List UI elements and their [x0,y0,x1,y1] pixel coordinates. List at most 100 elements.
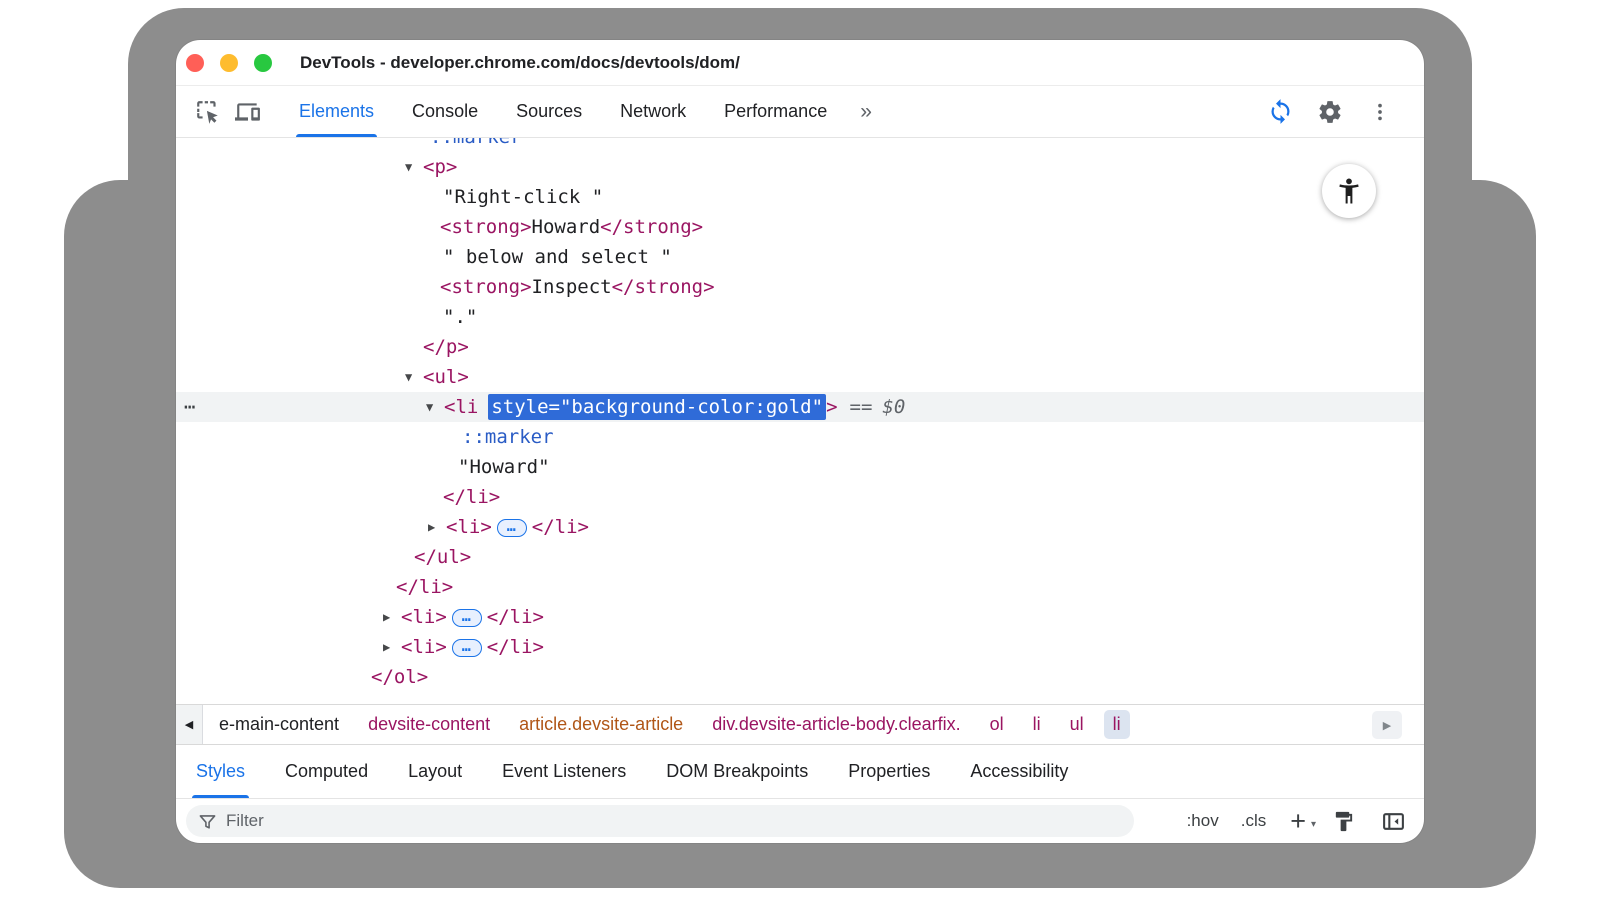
tag-token: </li> [396,576,453,598]
collapse-arrow-icon[interactable]: ▶ [383,602,401,632]
settings-gear-icon[interactable] [1310,99,1350,125]
tab-accessibility-label: Accessibility [970,761,1068,782]
tab-elements[interactable]: Elements [280,86,393,137]
tab-dom-breakpoints[interactable]: DOM Breakpoints [646,745,828,798]
kebab-menu-icon[interactable] [1360,101,1400,123]
title-bar: DevTools - developer.chrome.com/docs/dev… [176,40,1424,86]
tag-token: <li> [401,606,447,628]
accessibility-widget-button[interactable] [1322,164,1376,218]
text-token: "Right-click " [443,186,603,208]
collapse-arrow-icon[interactable]: ▶ [383,632,401,662]
tab-console[interactable]: Console [393,86,497,137]
tag-token: <li [444,396,478,418]
dom-node-li-close[interactable]: </li> [176,482,1424,512]
tag-token: </li> [532,516,589,538]
tab-performance-label: Performance [724,101,827,122]
close-window-button[interactable] [186,54,204,72]
tag-token: <ul> [423,366,469,388]
expand-children-button[interactable]: … [497,519,527,537]
breadcrumb-item[interactable]: li [1024,710,1050,739]
styles-filter-field[interactable] [186,805,1134,837]
breadcrumb-item[interactable]: devsite-content [359,710,499,739]
more-actions-icon[interactable]: ⋯ [184,392,196,422]
tag-token: </li> [487,606,544,628]
toggle-sidebar-icon[interactable] [1381,809,1406,834]
dom-node-ol-close[interactable]: </ol> [176,662,1424,692]
attribute-editor[interactable]: style="background-color:gold" [488,394,826,420]
tab-layout-label: Layout [408,761,462,782]
filter-input[interactable] [226,811,1122,831]
tab-event-listeners-label: Event Listeners [502,761,626,782]
tag-token: </strong> [612,276,715,298]
breadcrumb-item[interactable]: e-main-content [210,710,348,739]
toolbar-right-controls [1260,86,1424,137]
device-toolbar-icon[interactable] [228,86,268,137]
dom-node-ul-open[interactable]: ▼<ul> [176,362,1424,392]
text-token: Inspect [532,276,612,298]
dom-node-li-collapsed[interactable]: ▶<li>…</li> [176,512,1424,542]
dom-node-marker[interactable]: ::marker [176,422,1424,452]
breadcrumb-scroll-right-icon[interactable]: ▶ [1372,711,1402,739]
element-classes-button[interactable]: .cls [1241,811,1267,831]
sidebar-pane-tabs: Styles Computed Layout Event Listeners D… [176,745,1424,799]
expand-arrow-icon[interactable]: ▼ [426,392,444,422]
filter-funnel-icon [198,812,217,831]
tab-computed[interactable]: Computed [265,745,388,798]
dom-node-li-close[interactable]: </li> [176,572,1424,602]
expand-children-button[interactable]: … [452,609,482,627]
dom-node-li-collapsed[interactable]: ▶<li>…</li> [176,632,1424,662]
more-tabs-chevron-icon[interactable]: » [846,86,886,137]
tab-styles-label: Styles [196,761,245,782]
breadcrumb-scroll-left-icon[interactable]: ◀ [176,705,203,744]
breadcrumb-item[interactable]: article.devsite-article [510,710,692,739]
toggle-element-state-button[interactable]: :hov [1187,811,1219,831]
breadcrumb-item[interactable]: ul [1061,710,1093,739]
breadcrumb-items: e-main-content devsite-content article.d… [210,710,1130,739]
breadcrumb-item[interactable]: ol [981,710,1013,739]
dom-node-strong-inspect[interactable]: <strong>Inspect</strong> [176,272,1424,302]
dom-text-node[interactable]: "." [176,302,1424,332]
window-title: DevTools - developer.chrome.com/docs/dev… [300,53,740,73]
text-token: " below and select " [443,246,672,268]
expand-arrow-icon[interactable]: ▼ [405,362,423,392]
breadcrumb-item-selected[interactable]: li [1104,710,1130,739]
dom-text-node[interactable]: "Right-click " [176,182,1424,212]
tab-dom-breakpoints-label: DOM Breakpoints [666,761,808,782]
tab-sources[interactable]: Sources [497,86,601,137]
dom-node-li-selected[interactable]: ⋯ ▼<listyle="background-color:gold">==$0 [176,392,1424,422]
plus-icon: + [1290,806,1306,836]
minimize-window-button[interactable] [220,54,238,72]
tab-layout[interactable]: Layout [388,745,482,798]
dom-text-node[interactable]: "Howard" [176,452,1424,482]
dom-node-strong-howard[interactable]: <strong>Howard</strong> [176,212,1424,242]
dom-node-p-close[interactable]: </p> [176,332,1424,362]
text-token: "Howard" [458,456,550,478]
tab-styles[interactable]: Styles [176,745,265,798]
tab-console-label: Console [412,101,478,122]
tab-event-listeners[interactable]: Event Listeners [482,745,646,798]
dollar-zero-token: $0 [882,396,905,418]
tab-properties[interactable]: Properties [828,745,950,798]
collapse-arrow-icon[interactable]: ▶ [428,512,446,542]
dom-text-node[interactable]: " below and select " [176,242,1424,272]
expand-children-button[interactable]: … [452,639,482,657]
dom-node-p-open[interactable]: ▼<p> [176,152,1424,182]
breadcrumb-item[interactable]: div.devsite-article-body.clearfix. [703,710,969,739]
paint-roller-icon[interactable] [1332,810,1355,833]
sync-icon[interactable] [1260,98,1300,125]
zoom-window-button[interactable] [254,54,272,72]
dom-node-marker-clipped[interactable]: ::marker [176,138,1424,152]
tab-network[interactable]: Network [601,86,705,137]
tab-performance[interactable]: Performance [705,86,846,137]
tag-token: <strong> [440,276,532,298]
tab-accessibility[interactable]: Accessibility [950,745,1088,798]
inspect-element-icon[interactable] [188,86,228,137]
tab-network-label: Network [620,101,686,122]
dom-node-ul-close[interactable]: </ul> [176,542,1424,572]
dom-tree: ::marker ▼<p> "Right-click " <strong>How… [176,138,1424,704]
new-style-rule-button[interactable]: +▾ [1290,811,1306,831]
dom-node-li-collapsed[interactable]: ▶<li> … </li> [176,602,1424,632]
expand-arrow-icon[interactable]: ▼ [405,152,423,182]
pseudo-element-token: ::marker [430,138,522,148]
tag-token: <li> [401,636,447,658]
